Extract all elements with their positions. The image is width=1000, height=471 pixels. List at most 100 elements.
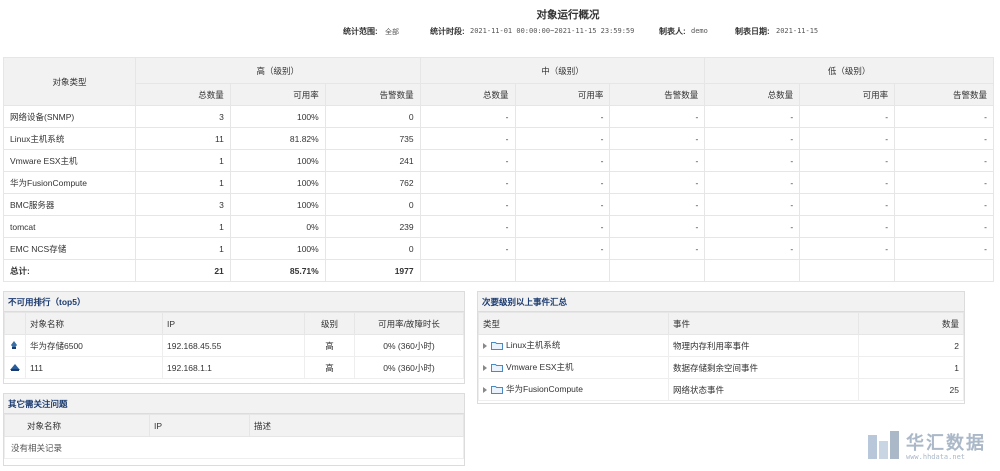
- empty-value-cell: -: [609, 193, 706, 216]
- other-issues-panel: 其它需关注问题 对象名称 IP 描述 没有相关记录: [3, 393, 465, 466]
- table-row: 网络设备(SNMP) 3 100% 0- - - - - -: [3, 105, 994, 128]
- col-alarms: 告警数量: [324, 83, 421, 106]
- other-issues-table: 对象名称 IP 描述 没有相关记录: [4, 414, 464, 459]
- availability-cell: 81.82%: [229, 127, 326, 150]
- alarm-cell: 241: [324, 149, 421, 172]
- empty-value-cell: -: [419, 149, 516, 172]
- col-event: 事件: [668, 312, 859, 335]
- empty-value-cell: [704, 259, 801, 282]
- empty-value-cell: -: [799, 171, 896, 194]
- empty-value-cell: -: [799, 193, 896, 216]
- total-cell: 1: [134, 149, 231, 172]
- table-row: Vmware ESX主机 1 100% 241- - - - - -: [3, 149, 994, 172]
- level-cell: 高: [304, 334, 355, 357]
- unavailable-ranking-table: 对象名称 IP 级别 可用率/故障时长 华为存储6500 192.168.45.5…: [4, 312, 464, 379]
- col-total: 总数量: [419, 83, 516, 106]
- table-row[interactable]: Vmware ESX主机 数据存储剩余空间事件 1: [478, 356, 964, 379]
- ip-cell: 192.168.1.1: [162, 356, 305, 379]
- empty-value-cell: [419, 259, 516, 282]
- col-availability: 可用率: [799, 83, 896, 106]
- event-summary-table: 类型 事件 数量 Linux主机系统 物理内存利用率事件 2 Vmware ESX主机…: [478, 312, 964, 401]
- col-total: 总数量: [704, 83, 801, 106]
- empty-value-cell: -: [704, 171, 801, 194]
- object-type-cell: tomcat: [3, 215, 136, 238]
- brand-name: 华汇数据: [906, 433, 986, 453]
- empty-value-cell: [609, 259, 706, 282]
- empty-value-cell: -: [894, 193, 994, 216]
- empty-value-cell: -: [419, 171, 516, 194]
- alarm-cell: 0: [324, 237, 421, 260]
- empty-value-cell: -: [609, 105, 706, 128]
- total-cell: 11: [134, 127, 231, 150]
- empty-value-cell: -: [514, 149, 611, 172]
- storage-icon: [9, 340, 19, 352]
- object-overview-table: 对象类型 高（级别） 中（级别） 低（级别） 总数量 可用率 告警数量 总数量 …: [3, 57, 994, 282]
- table-row: tomcat 1 0% 239- - - - - -: [3, 215, 994, 238]
- range-value: 全部: [385, 28, 399, 36]
- availability-cell: 85.71%: [229, 259, 326, 282]
- total-label: 总计:: [3, 259, 136, 282]
- count-cell: 25: [858, 378, 964, 401]
- total-cell: 1: [134, 237, 231, 260]
- alarm-cell: 735: [324, 127, 421, 150]
- object-type-cell: EMC NCS存储: [3, 237, 136, 260]
- total-cell: 1: [134, 215, 231, 238]
- event-summary-panel: 次要级别以上事件汇总 类型 事件 数量 Linux主机系统 物理内存利用率事件 2 V…: [477, 291, 965, 404]
- level-high-header: 高（级别）: [134, 57, 421, 84]
- empty-value-cell: -: [514, 105, 611, 128]
- total-cell: 1: [134, 171, 231, 194]
- table-row[interactable]: 111 192.168.1.1 高 0% (360小时): [4, 356, 464, 379]
- expand-arrow-icon[interactable]: [483, 365, 487, 372]
- period-value: 2021-11-01 00:00:00~2021-11-15 23:59:59: [470, 27, 635, 35]
- empty-value-cell: -: [609, 149, 706, 172]
- expand-arrow-icon[interactable]: [483, 387, 487, 394]
- col-object-name: 对象名称: [4, 414, 150, 437]
- empty-value-cell: -: [704, 127, 801, 150]
- col-total: 总数量: [134, 83, 231, 106]
- count-cell: 2: [858, 334, 964, 357]
- icon-col-header: [4, 312, 26, 335]
- empty-value-cell: -: [514, 215, 611, 238]
- event-cell: 数据存储剩余空间事件: [668, 356, 859, 379]
- col-availability: 可用率: [514, 83, 611, 106]
- object-type-cell: Vmware ESX主机: [3, 149, 136, 172]
- brand-logo-icon: [868, 431, 899, 459]
- level-low-header: 低（级别）: [704, 57, 994, 84]
- empty-value-cell: -: [894, 215, 994, 238]
- table-row: EMC NCS存储 1 100% 0- - - - - -: [3, 237, 994, 260]
- maker-label: 制表人:: [659, 27, 686, 36]
- availability-cell: 100%: [229, 237, 326, 260]
- type-label: 华为FusionCompute: [506, 384, 584, 395]
- col-count: 数量: [858, 312, 964, 335]
- level-cell: 高: [304, 356, 355, 379]
- folder-icon: [491, 385, 503, 396]
- col-description: 描述: [249, 414, 464, 437]
- alarm-cell: 762: [324, 171, 421, 194]
- object-type-cell: 华为FusionCompute: [3, 171, 136, 194]
- table-row[interactable]: 华为FusionCompute 网络状态事件 25: [478, 378, 964, 401]
- expand-arrow-icon[interactable]: [483, 343, 487, 350]
- folder-icon: [491, 363, 503, 374]
- empty-value-cell: -: [799, 237, 896, 260]
- object-name-cell: 华为存储6500: [25, 334, 163, 357]
- col-object-name: 对象名称: [25, 312, 163, 335]
- col-object-type: 对象类型: [3, 57, 136, 106]
- empty-value-cell: -: [704, 193, 801, 216]
- empty-value-cell: [514, 259, 611, 282]
- object-type-cell: 网络设备(SNMP): [3, 105, 136, 128]
- empty-value-cell: -: [419, 215, 516, 238]
- empty-value-cell: -: [419, 127, 516, 150]
- empty-value-cell: -: [419, 237, 516, 260]
- empty-value-cell: -: [704, 215, 801, 238]
- table-row[interactable]: 华为存储6500 192.168.45.55 高 0% (360小时): [4, 334, 464, 357]
- empty-value-cell: -: [419, 193, 516, 216]
- col-ip: IP: [149, 414, 250, 437]
- empty-value-cell: -: [609, 127, 706, 150]
- range-label: 统计范围:: [343, 27, 378, 36]
- total-cell: 21: [134, 259, 231, 282]
- table-row: 华为FusionCompute 1 100% 762- - - - - -: [3, 171, 994, 194]
- empty-value-cell: -: [704, 237, 801, 260]
- level-medium-header: 中（级别）: [419, 57, 706, 84]
- count-cell: 1: [858, 356, 964, 379]
- table-row[interactable]: Linux主机系统 物理内存利用率事件 2: [478, 334, 964, 357]
